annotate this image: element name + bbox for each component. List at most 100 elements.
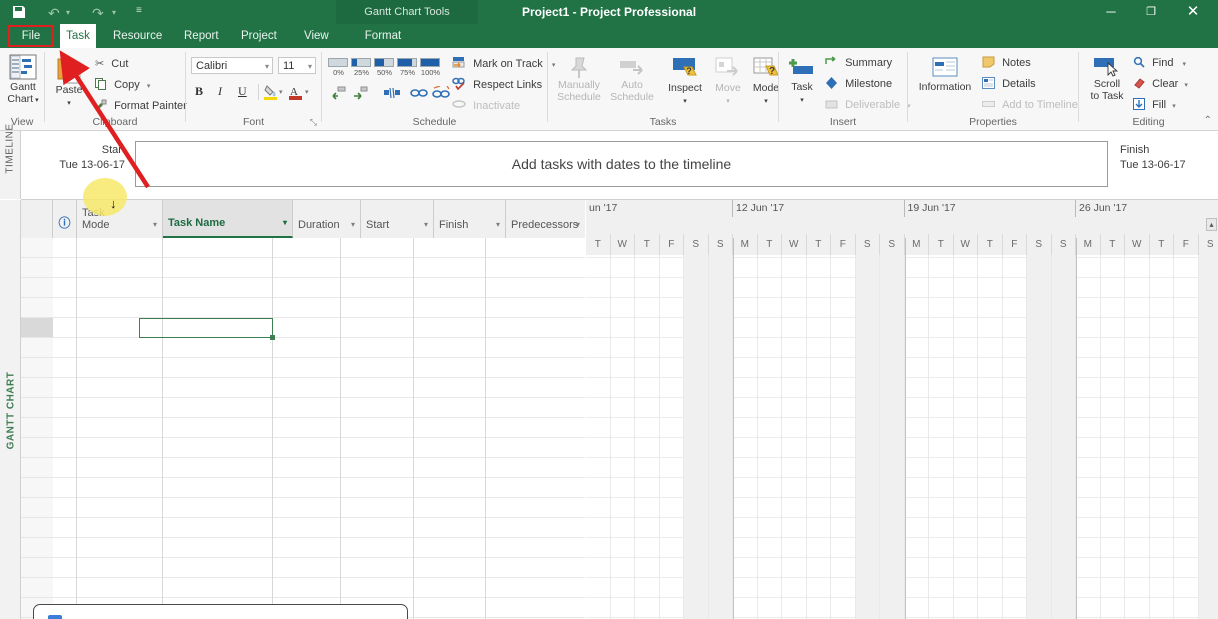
percent-complete-0-button[interactable]: 0%: [328, 58, 349, 77]
column-header-task-name[interactable]: Task Name ▾: [163, 200, 293, 238]
timescale-day-label: M: [904, 234, 929, 255]
row-number-cell[interactable]: [21, 378, 53, 398]
row-number-cell[interactable]: [21, 478, 53, 498]
tab-format[interactable]: Format: [360, 24, 406, 48]
tab-report[interactable]: Report: [175, 24, 228, 48]
find-button[interactable]: Find ▾: [1133, 56, 1186, 69]
tab-project[interactable]: Project: [232, 24, 286, 48]
column-header-duration[interactable]: Duration ▾: [293, 200, 361, 238]
column-header-rownum[interactable]: [21, 200, 53, 238]
close-button[interactable]: ✕: [1178, 0, 1208, 24]
bold-button[interactable]: B: [195, 84, 203, 99]
split-task-button[interactable]: [384, 86, 400, 103]
clear-button[interactable]: Clear ▾: [1133, 77, 1188, 90]
link-tasks-button[interactable]: [410, 86, 428, 103]
column-header-start[interactable]: Start ▾: [361, 200, 434, 238]
gantt-chart-pane[interactable]: un '1712 Jun '1719 Jun '1726 Jun '1703 J…: [586, 200, 1218, 619]
background-color-button[interactable]: [264, 84, 278, 103]
percent-complete-75-button[interactable]: 75%: [397, 58, 418, 77]
chevron-down-icon[interactable]: ▾: [424, 220, 428, 229]
minimize-button[interactable]: ─: [1096, 0, 1126, 24]
row-number-cell[interactable]: [21, 258, 53, 278]
percent-complete-100-button[interactable]: 100%: [420, 58, 441, 77]
column-header-finish[interactable]: Finish ▾: [434, 200, 506, 238]
inspect-button[interactable]: ? Inspect ▾: [663, 56, 707, 107]
milestone-button[interactable]: Milestone: [825, 77, 892, 90]
chevron-down-icon[interactable]: ▾: [576, 220, 580, 229]
gantt-chart-caret-icon[interactable]: ▾: [35, 97, 39, 104]
auto-schedule-button[interactable]: Auto Schedule: [608, 56, 656, 103]
manually-schedule-button[interactable]: Manually Schedule: [552, 56, 606, 103]
column-header-info[interactable]: ⓘ: [53, 200, 77, 238]
summary-icon: [825, 56, 841, 69]
row-number-cell[interactable]: [21, 458, 53, 478]
chevron-down-icon[interactable]: ▾: [351, 220, 355, 229]
timeline-placeholder-box[interactable]: Add tasks with dates to the timeline: [135, 141, 1108, 187]
find-caret-icon[interactable]: ▾: [1183, 61, 1187, 68]
timeline-area[interactable]: Start Tue 13-06-17 Add tasks with dates …: [21, 131, 1218, 200]
respect-links-button[interactable]: Respect Links: [452, 77, 542, 91]
gantt-chart-button[interactable]: Gantt Chart ▾: [4, 54, 42, 106]
row-number-cell[interactable]: [21, 498, 53, 518]
percent-complete-25-button[interactable]: 25%: [351, 58, 372, 77]
inspect-caret-icon[interactable]: ▾: [683, 98, 687, 105]
grid-row-line: [53, 277, 585, 278]
row-number-cell[interactable]: [21, 318, 53, 338]
outdent-icon: [332, 86, 346, 100]
chevron-down-icon[interactable]: ▾: [265, 58, 269, 75]
underline-button[interactable]: U: [238, 84, 247, 99]
clear-caret-icon[interactable]: ▾: [1184, 82, 1188, 89]
chevron-down-icon[interactable]: ▾: [308, 58, 312, 75]
unlink-tasks-button[interactable]: [432, 85, 450, 103]
summary-button[interactable]: Summary: [825, 56, 892, 69]
outdent-task-button[interactable]: [330, 86, 346, 103]
chevron-down-icon[interactable]: ▾: [283, 218, 287, 227]
row-number-cell[interactable]: [21, 278, 53, 298]
mark-on-track-label: Mark on Track: [473, 58, 543, 70]
notes-button[interactable]: Notes: [982, 56, 1031, 69]
insert-task-caret-icon[interactable]: ▾: [800, 97, 804, 104]
scroll-to-task-button[interactable]: Scroll to Task: [1083, 56, 1131, 102]
move-button[interactable]: Move ▾: [708, 56, 748, 107]
collapse-ribbon-button[interactable]: ⌃: [1204, 115, 1212, 126]
selected-cell[interactable]: [139, 318, 275, 340]
task-table-grid[interactable]: [53, 238, 585, 619]
font-size-combo[interactable]: 11 ▾: [278, 57, 316, 74]
italic-button[interactable]: I: [218, 84, 222, 99]
font-color-caret-icon[interactable]: ▾: [305, 88, 309, 96]
information-button[interactable]: Information: [914, 56, 976, 94]
row-number-cell[interactable]: [21, 578, 53, 598]
row-number-cell[interactable]: [21, 418, 53, 438]
bottom-dialog-peek[interactable]: [33, 604, 408, 619]
font-family-combo[interactable]: Calibri ▾: [191, 57, 273, 74]
row-number-cell[interactable]: [21, 398, 53, 418]
fill-caret-icon[interactable]: ▾: [1172, 103, 1176, 110]
background-color-caret-icon[interactable]: ▾: [279, 88, 283, 96]
percent-complete-50-button[interactable]: 50%: [374, 58, 395, 77]
indent-task-button[interactable]: [352, 86, 368, 103]
row-number-cell[interactable]: [21, 558, 53, 578]
row-number-cell[interactable]: [21, 338, 53, 358]
fill-button[interactable]: Fill ▾: [1133, 98, 1176, 111]
row-number-cell[interactable]: [21, 538, 53, 558]
row-number-cell[interactable]: [21, 358, 53, 378]
insert-task-button[interactable]: Task ▾: [783, 56, 821, 106]
row-number-cell[interactable]: [21, 238, 53, 258]
mode-caret-icon[interactable]: ▾: [764, 98, 768, 105]
font-dialog-launcher[interactable]: ⤡: [310, 117, 317, 128]
fill-handle[interactable]: [270, 335, 275, 340]
restore-button[interactable]: ❐: [1136, 0, 1166, 24]
row-number-cell[interactable]: [21, 298, 53, 318]
row-number-cell[interactable]: [21, 518, 53, 538]
mark-on-track-button[interactable]: Mark on Track ▾: [452, 56, 555, 70]
details-button[interactable]: Details: [982, 77, 1036, 90]
column-header-predecessors[interactable]: Predecessors ▾: [506, 200, 585, 238]
grid-row-line: [53, 597, 585, 598]
font-color-button[interactable]: A: [289, 84, 303, 103]
chevron-down-icon[interactable]: ▾: [153, 220, 157, 229]
row-number-cell[interactable]: [21, 438, 53, 458]
tab-view[interactable]: View: [295, 24, 338, 48]
move-caret-icon[interactable]: ▾: [726, 98, 730, 105]
chevron-down-icon[interactable]: ▾: [496, 220, 500, 229]
gantt-scroll-up-button[interactable]: ▴: [1206, 218, 1217, 231]
